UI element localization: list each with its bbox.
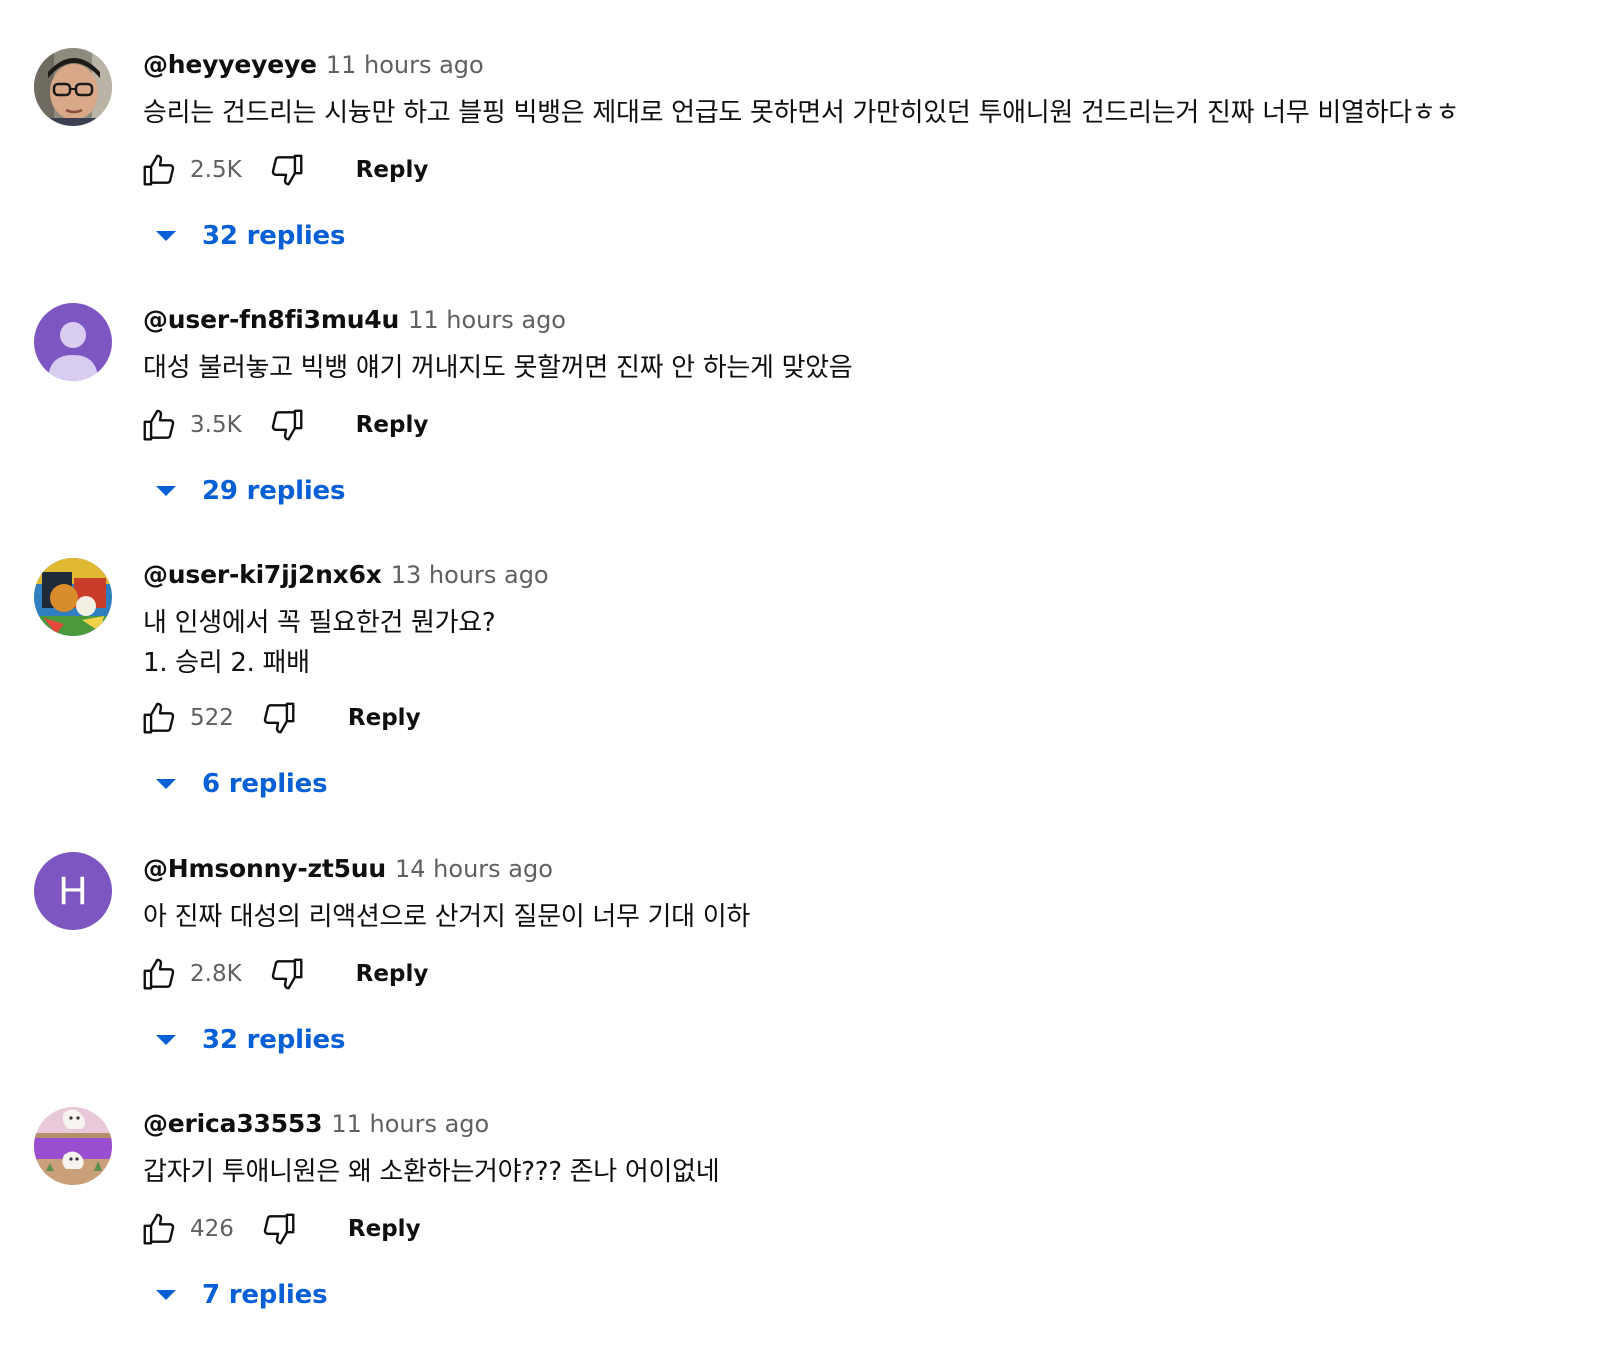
- author-name[interactable]: @user-fn8fi3mu4u: [143, 305, 399, 334]
- replies-count-label[interactable]: 32 replies: [202, 221, 345, 251]
- avatar[interactable]: [34, 558, 112, 636]
- comment-text: 내 인생에서 꼭 필요한건 뭔가요? 1. 승리 2. 패배: [143, 608, 496, 678]
- dislike-icon[interactable]: [266, 149, 308, 191]
- caret-down-icon: [150, 475, 182, 507]
- like-icon[interactable]: [138, 149, 180, 191]
- comment-timestamp[interactable]: 11 hours ago: [331, 1110, 489, 1138]
- dislike-icon[interactable]: [266, 404, 308, 446]
- comment-header: @Hmsonny-zt5uu 14 hours ago: [143, 854, 553, 886]
- like-icon[interactable]: [138, 404, 180, 446]
- avatar-letter: H: [59, 869, 88, 913]
- view-replies-button[interactable]: 7 replies: [150, 1273, 328, 1317]
- comment-header: @user-ki7jj2nx6x 13 hours ago: [143, 560, 549, 592]
- view-replies-button[interactable]: 6 replies: [150, 762, 328, 806]
- comment-header: @user-fn8fi3mu4u 11 hours ago: [143, 305, 566, 337]
- caret-down-icon: [150, 220, 182, 252]
- comment-actions: 2.8K Reply: [138, 952, 428, 996]
- comment-actions: 522 Reply: [138, 696, 421, 740]
- comment-actions: 2.5K Reply: [138, 148, 428, 192]
- like-count: 2.8K: [190, 961, 242, 987]
- comment-timestamp[interactable]: 11 hours ago: [326, 51, 484, 79]
- like-count: 3.5K: [190, 412, 242, 438]
- comment-header: @heyyeyeye 11 hours ago: [143, 50, 484, 82]
- comment-text: 아 진짜 대성의 리액션으로 산거지 질문이 너무 기대 이하: [143, 902, 750, 932]
- comment-actions: 3.5K Reply: [138, 403, 428, 447]
- comment-thread: @user-fn8fi3mu4u 11 hours ago 대성 불러놓고 빅뱅…: [0, 255, 1600, 510]
- like-count: 2.5K: [190, 157, 242, 183]
- comment-actions: 426 Reply: [138, 1207, 421, 1251]
- author-name[interactable]: @user-ki7jj2nx6x: [143, 560, 382, 589]
- avatar[interactable]: [34, 48, 112, 126]
- replies-count-label[interactable]: 29 replies: [202, 476, 345, 506]
- comment-thread: @erica33553 11 hours ago 갑자기 투애니원은 왜 소환하…: [0, 1059, 1600, 1314]
- reply-button[interactable]: Reply: [356, 157, 429, 183]
- author-name[interactable]: @heyyeyeye: [143, 50, 317, 79]
- comment-timestamp[interactable]: 14 hours ago: [395, 855, 553, 883]
- reply-button[interactable]: Reply: [348, 1216, 421, 1242]
- view-replies-button[interactable]: 32 replies: [150, 214, 345, 258]
- author-name[interactable]: @Hmsonny-zt5uu: [143, 854, 386, 883]
- view-replies-button[interactable]: 29 replies: [150, 469, 345, 513]
- dislike-icon[interactable]: [258, 697, 300, 739]
- comment-thread: H @Hmsonny-zt5uu 14 hours ago 아 진짜 대성의 리…: [0, 804, 1600, 1059]
- reply-button[interactable]: Reply: [348, 705, 421, 731]
- caret-down-icon: [150, 768, 182, 800]
- replies-count-label[interactable]: 32 replies: [202, 1025, 345, 1055]
- view-replies-button[interactable]: 32 replies: [150, 1018, 345, 1062]
- caret-down-icon: [150, 1279, 182, 1311]
- like-count: 522: [190, 705, 234, 731]
- dislike-icon[interactable]: [266, 953, 308, 995]
- dislike-icon[interactable]: [258, 1208, 300, 1250]
- replies-count-label[interactable]: 6 replies: [202, 769, 328, 799]
- comment-text: 대성 불러놓고 빅뱅 얘기 꺼내지도 못할꺼면 진짜 안 하는게 맞았음: [143, 353, 853, 383]
- caret-down-icon: [150, 1024, 182, 1056]
- comment-header: @erica33553 11 hours ago: [143, 1109, 489, 1141]
- avatar[interactable]: [34, 1107, 112, 1185]
- replies-count-label[interactable]: 7 replies: [202, 1280, 328, 1310]
- comment-timestamp[interactable]: 11 hours ago: [408, 306, 566, 334]
- author-name[interactable]: @erica33553: [143, 1109, 323, 1138]
- reply-button[interactable]: Reply: [356, 961, 429, 987]
- like-icon[interactable]: [138, 953, 180, 995]
- comment-text: 갑자기 투애니원은 왜 소환하는거야??? 존나 어이없네: [143, 1157, 720, 1187]
- avatar[interactable]: [34, 303, 112, 381]
- avatar[interactable]: H: [34, 852, 112, 930]
- like-count: 426: [190, 1216, 234, 1242]
- comment-text: 승리는 건드리는 시늉만 하고 블핑 빅뱅은 제대로 언급도 못하면서 가만히있…: [143, 98, 1460, 128]
- reply-button[interactable]: Reply: [356, 412, 429, 438]
- comment-thread: @heyyeyeye 11 hours ago 승리는 건드리는 시늉만 하고 …: [0, 0, 1600, 255]
- comment-thread: @user-ki7jj2nx6x 13 hours ago 내 인생에서 꼭 필…: [0, 510, 1600, 799]
- like-icon[interactable]: [138, 1208, 180, 1250]
- comment-timestamp[interactable]: 13 hours ago: [391, 561, 549, 589]
- like-icon[interactable]: [138, 697, 180, 739]
